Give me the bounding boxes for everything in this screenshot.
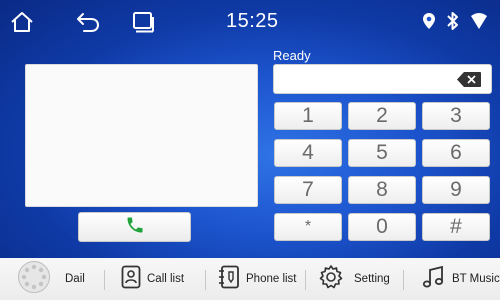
back-icon[interactable] bbox=[75, 9, 101, 35]
key-star[interactable]: * bbox=[274, 213, 342, 241]
bluetooth-icon bbox=[446, 11, 460, 31]
nav-label: Dail bbox=[65, 273, 85, 285]
key-5[interactable]: 5 bbox=[348, 139, 416, 167]
key-7[interactable]: 7 bbox=[274, 176, 342, 204]
nav-divider bbox=[305, 270, 306, 290]
dial-icon bbox=[17, 260, 51, 299]
call-button[interactable] bbox=[78, 212, 191, 242]
connection-status: Ready bbox=[273, 48, 311, 63]
nav-divider bbox=[205, 270, 206, 290]
phone-number-input[interactable] bbox=[273, 64, 492, 94]
contact-card-icon bbox=[121, 265, 141, 294]
bottom-nav: Dail Call list Phone list Setting BT Mus… bbox=[0, 258, 500, 300]
phonebook-icon bbox=[218, 265, 240, 294]
music-note-icon bbox=[422, 265, 446, 294]
nav-item-setting[interactable]: Setting bbox=[318, 258, 390, 300]
key-3[interactable]: 3 bbox=[422, 102, 490, 130]
home-icon[interactable] bbox=[9, 9, 35, 35]
nav-label: Setting bbox=[354, 273, 390, 285]
call-log-display bbox=[25, 64, 258, 207]
dialer-screen: 15:25 Ready 1 2 3 4 5 6 7 8 9 * 0 # bbox=[0, 0, 500, 258]
key-8[interactable]: 8 bbox=[348, 176, 416, 204]
gear-icon bbox=[318, 264, 344, 295]
wifi-icon bbox=[470, 12, 488, 30]
key-2[interactable]: 2 bbox=[348, 102, 416, 130]
key-0[interactable]: 0 bbox=[348, 213, 416, 241]
nav-label: BT Music bbox=[452, 273, 500, 285]
key-hash[interactable]: # bbox=[422, 213, 490, 241]
nav-item-call-list[interactable]: Call list bbox=[121, 258, 184, 300]
nav-label: Phone list bbox=[246, 273, 297, 285]
key-9[interactable]: 9 bbox=[422, 176, 490, 204]
recent-apps-icon[interactable] bbox=[130, 9, 156, 35]
nav-item-dial[interactable]: Dail bbox=[17, 258, 85, 300]
key-4[interactable]: 4 bbox=[274, 139, 342, 167]
status-bar: 15:25 bbox=[0, 0, 500, 44]
location-icon bbox=[422, 12, 436, 30]
nav-item-bt-music[interactable]: BT Music bbox=[422, 258, 500, 300]
phone-handset-icon bbox=[125, 215, 145, 240]
nav-divider bbox=[403, 270, 404, 290]
key-6[interactable]: 6 bbox=[422, 139, 490, 167]
nav-label: Call list bbox=[147, 273, 185, 285]
key-1[interactable]: 1 bbox=[274, 102, 342, 130]
clock: 15:25 bbox=[226, 10, 279, 32]
backspace-icon[interactable] bbox=[457, 72, 481, 87]
nav-item-phone-list[interactable]: Phone list bbox=[218, 258, 297, 300]
nav-divider bbox=[104, 270, 105, 290]
